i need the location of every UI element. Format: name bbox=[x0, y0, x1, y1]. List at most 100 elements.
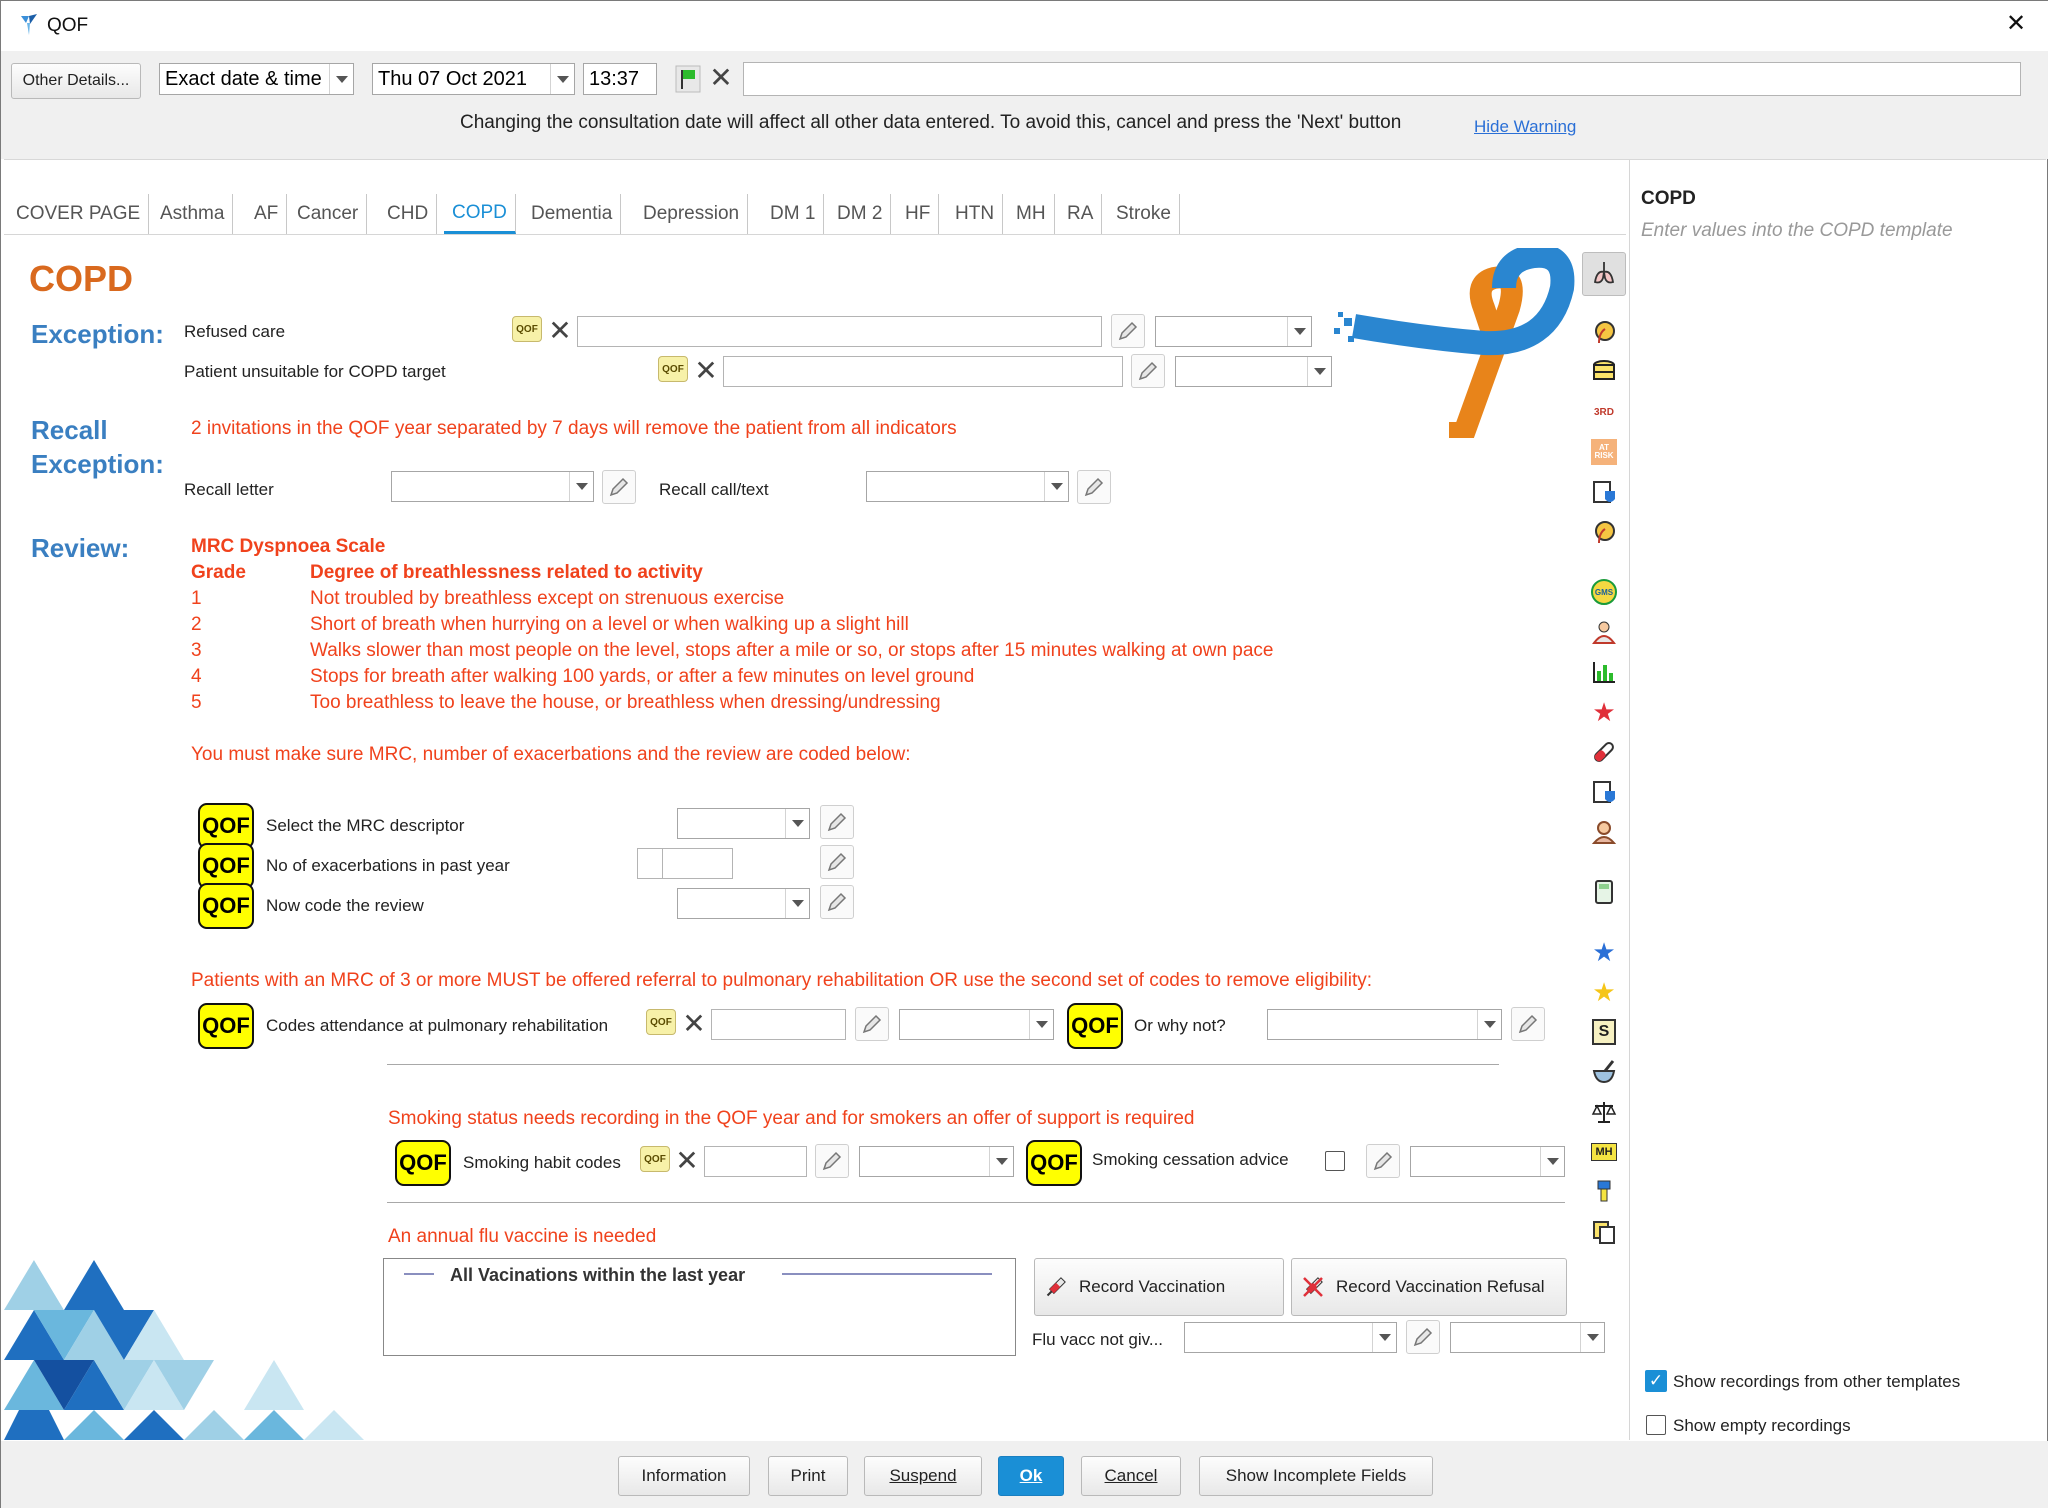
information-button[interactable]: Information bbox=[618, 1456, 750, 1496]
date-mode-select[interactable]: Exact date & time bbox=[159, 63, 354, 95]
show-other-templates-checkbox[interactable]: ✓ bbox=[1645, 1370, 1667, 1392]
star-red-icon[interactable]: ★ bbox=[1587, 695, 1621, 729]
tab-asthma[interactable]: Asthma bbox=[152, 194, 234, 234]
head-profile-icon[interactable] bbox=[1587, 315, 1621, 349]
tab-af[interactable]: AF bbox=[246, 194, 288, 234]
unsuitable-select[interactable] bbox=[1175, 356, 1332, 387]
hide-warning-link[interactable]: Hide Warning bbox=[1474, 117, 1576, 137]
review-heading: Review: bbox=[31, 533, 130, 563]
exacerbations-edit-button[interactable] bbox=[820, 845, 854, 879]
smoking-clear-button[interactable]: ✕ bbox=[674, 1146, 700, 1176]
scroll-icon[interactable]: S bbox=[1587, 1015, 1621, 1049]
date-select[interactable]: Thu 07 Oct 2021 bbox=[372, 63, 575, 95]
suspend-button[interactable]: Suspend bbox=[864, 1456, 982, 1496]
rehab-codes-field[interactable] bbox=[711, 1009, 846, 1040]
window-close-button[interactable]: ✕ bbox=[2006, 9, 2026, 38]
at-risk-icon[interactable]: AT RISK bbox=[1587, 435, 1621, 469]
refused-care-edit-button[interactable] bbox=[1111, 314, 1145, 348]
show-incomplete-fields-button[interactable]: Show Incomplete Fields bbox=[1199, 1456, 1433, 1496]
mortar-icon[interactable] bbox=[1587, 1055, 1621, 1089]
lungs-icon[interactable] bbox=[1587, 256, 1621, 290]
clear-date-button[interactable]: ✕ bbox=[708, 63, 734, 93]
rehab-clear-button[interactable]: ✕ bbox=[681, 1009, 707, 1039]
record-vaccination-refusal-button[interactable]: Record Vaccination Refusal bbox=[1291, 1258, 1567, 1316]
rehab-edit-button[interactable] bbox=[855, 1007, 889, 1041]
tab-ra[interactable]: RA bbox=[1059, 194, 1103, 234]
recall-letter-edit-button[interactable] bbox=[602, 470, 636, 504]
rehab-select[interactable] bbox=[899, 1009, 1054, 1040]
smoking-edit-button[interactable] bbox=[815, 1144, 849, 1178]
star-yellow-icon[interactable]: ★ bbox=[1587, 975, 1621, 1009]
time-field[interactable]: 13:37 bbox=[583, 63, 657, 95]
window-title: QOF bbox=[47, 15, 89, 36]
time-value: 13:37 bbox=[589, 67, 640, 90]
flu-not-given-select[interactable] bbox=[1184, 1322, 1397, 1353]
tab-cancer[interactable]: Cancer bbox=[289, 194, 368, 234]
3rd-dose-icon[interactable]: 3RD bbox=[1587, 395, 1621, 429]
why-not-edit-button[interactable] bbox=[1511, 1007, 1545, 1041]
gms-icon[interactable]: GMS bbox=[1587, 575, 1621, 609]
tab-copd[interactable]: COPD bbox=[444, 194, 516, 234]
bar-chart-icon[interactable] bbox=[1587, 655, 1621, 689]
patient-icon[interactable] bbox=[1587, 615, 1621, 649]
show-empty-checkbox[interactable] bbox=[1646, 1415, 1666, 1435]
other-details-button[interactable]: Other Details... bbox=[11, 63, 141, 99]
smoking-select[interactable] bbox=[859, 1146, 1014, 1177]
clipboard-shield-icon[interactable] bbox=[1587, 775, 1621, 809]
tab-cover-page[interactable]: COVER PAGE bbox=[8, 194, 150, 234]
unsuitable-field[interactable] bbox=[723, 356, 1123, 387]
recall-call-text-edit-button[interactable] bbox=[1077, 470, 1111, 504]
tab-dementia[interactable]: Dementia bbox=[523, 194, 622, 234]
consultation-text-field[interactable] bbox=[743, 62, 2021, 96]
tab-dm1[interactable]: DM 1 bbox=[762, 194, 825, 234]
unsuitable-edit-button[interactable] bbox=[1131, 354, 1165, 388]
qof-small-badge: QOF bbox=[646, 1009, 676, 1035]
cessation-checkbox[interactable] bbox=[1325, 1151, 1345, 1171]
title-bar: QOF ✕ bbox=[1, 1, 2048, 51]
flu-not-given-edit-button[interactable] bbox=[1406, 1320, 1440, 1354]
flag-icon[interactable] bbox=[675, 65, 701, 93]
head-profile-icon[interactable] bbox=[1587, 515, 1621, 549]
refused-care-select[interactable] bbox=[1155, 316, 1312, 347]
pill-icon[interactable] bbox=[1587, 735, 1621, 769]
unsuitable-clear-button[interactable]: ✕ bbox=[693, 356, 719, 386]
cessation-edit-button[interactable] bbox=[1366, 1144, 1400, 1178]
tab-mh[interactable]: MH bbox=[1008, 194, 1055, 234]
scales-icon[interactable] bbox=[1587, 1095, 1621, 1129]
star-blue-icon[interactable]: ★ bbox=[1587, 935, 1621, 969]
code-review-select[interactable] bbox=[677, 888, 810, 919]
database-icon[interactable] bbox=[1587, 355, 1621, 389]
mrc-descriptor-select[interactable] bbox=[677, 808, 810, 839]
cessation-select[interactable] bbox=[1410, 1146, 1565, 1177]
recall-letter-select[interactable] bbox=[391, 471, 594, 502]
tab-depression[interactable]: Depression bbox=[635, 194, 749, 234]
tab-htn[interactable]: HTN bbox=[947, 194, 1004, 234]
print-button[interactable]: Print bbox=[768, 1456, 848, 1496]
mrc-descriptor-label: Select the MRC descriptor bbox=[266, 816, 465, 835]
tab-hf[interactable]: HF bbox=[897, 194, 940, 234]
record-vaccination-button[interactable]: Record Vaccination bbox=[1034, 1258, 1284, 1316]
grade-text: Not troubled by breathless except on str… bbox=[310, 588, 785, 609]
mrc-descriptor-edit-button[interactable] bbox=[820, 805, 854, 839]
ok-button[interactable]: Ok bbox=[998, 1456, 1064, 1496]
person-icon[interactable] bbox=[1587, 815, 1621, 849]
tab-stroke[interactable]: Stroke bbox=[1108, 194, 1180, 234]
refused-care-clear-button[interactable]: ✕ bbox=[547, 316, 573, 346]
date-change-warning: Changing the consultation date will affe… bbox=[460, 112, 1402, 133]
tab-chd[interactable]: CHD bbox=[379, 194, 438, 234]
thermometer-icon[interactable] bbox=[1587, 1175, 1621, 1209]
why-not-select[interactable] bbox=[1267, 1009, 1502, 1040]
clipboard-shield-icon[interactable] bbox=[1587, 475, 1621, 509]
refused-care-field[interactable] bbox=[577, 316, 1102, 347]
cessation-label: Smoking cessation advice bbox=[1092, 1150, 1289, 1169]
code-review-edit-button[interactable] bbox=[820, 885, 854, 919]
calculator-icon[interactable] bbox=[1587, 875, 1621, 909]
smoking-codes-field[interactable] bbox=[704, 1146, 807, 1177]
tab-dm2[interactable]: DM 2 bbox=[829, 194, 892, 234]
mh-icon[interactable]: MH bbox=[1587, 1135, 1621, 1169]
recall-call-text-select[interactable] bbox=[866, 471, 1069, 502]
exacerbations-field[interactable] bbox=[637, 848, 733, 879]
cancel-button[interactable]: Cancel bbox=[1081, 1456, 1181, 1496]
copy-icon[interactable] bbox=[1587, 1215, 1621, 1249]
flu-not-given-date-select[interactable] bbox=[1450, 1322, 1605, 1353]
